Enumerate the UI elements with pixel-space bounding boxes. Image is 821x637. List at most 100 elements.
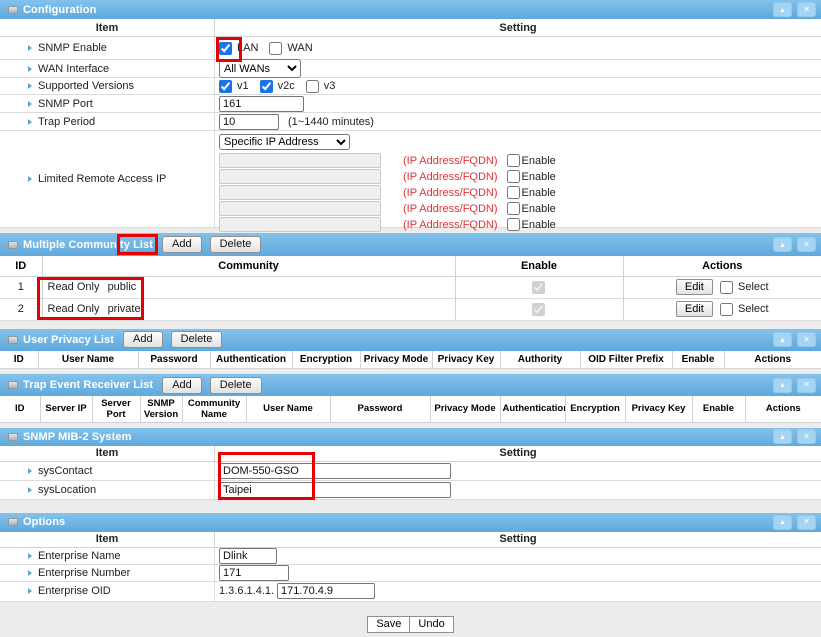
snmp-enable-wan-checkbox[interactable]	[269, 42, 282, 55]
close-button[interactable]: ✕	[797, 378, 816, 393]
close-button[interactable]: ✕	[797, 332, 816, 347]
snmp-mib2-system-header: SNMP MIB-2 System ▴ ✕	[0, 428, 821, 446]
item-arrow-icon	[28, 101, 32, 107]
collapse-button[interactable]: ▴	[773, 429, 792, 444]
column-header: Password	[138, 351, 210, 369]
configuration-column-headers: Item Setting	[0, 19, 821, 37]
community-id-cell: 1	[0, 276, 42, 298]
close-button[interactable]: ✕	[797, 429, 816, 444]
remote-ip-row: (IP Address/FQDN) Enable	[219, 217, 556, 232]
remote-ip-enable-checkbox[interactable]	[507, 170, 520, 183]
community-cell: Read Only private	[42, 298, 455, 320]
column-header: Enable	[692, 396, 745, 422]
close-button[interactable]: ✕	[797, 2, 816, 17]
edit-button[interactable]: Edit	[676, 279, 713, 295]
section-title: SNMP MIB-2 System	[23, 431, 131, 443]
remote-ip-enable-checkbox[interactable]	[507, 154, 520, 167]
collapse-button[interactable]: ▴	[773, 237, 792, 252]
collapse-button[interactable]: ▴	[773, 378, 792, 393]
remote-ip-enable-checkbox[interactable]	[507, 186, 520, 199]
item-label: SNMP Port	[38, 98, 93, 110]
save-button[interactable]: Save	[367, 616, 410, 633]
collapse-button[interactable]: ▴	[773, 332, 792, 347]
wan-interface-row: WAN Interface All WANs	[0, 60, 821, 78]
column-header: OID Filter Prefix	[580, 351, 672, 369]
version-v2c-checkbox[interactable]	[260, 80, 273, 93]
trap-delete-button[interactable]: Delete	[210, 377, 262, 394]
user-privacy-add-button[interactable]: Add	[123, 331, 163, 348]
column-header: Privacy Key	[432, 351, 500, 369]
community-add-button[interactable]: Add	[162, 236, 202, 253]
remote-access-type-select[interactable]: Specific IP Address	[219, 134, 350, 150]
column-header: User Name	[38, 351, 138, 369]
remote-ip-input[interactable]	[219, 169, 381, 184]
item-arrow-icon	[28, 83, 32, 89]
undo-button[interactable]: Undo	[409, 616, 453, 633]
column-header: Encryption	[565, 396, 625, 422]
snmp-enable-lan-checkbox[interactable]	[219, 42, 232, 55]
snmp-port-input[interactable]	[219, 96, 304, 112]
v2c-checkbox-label: v2c	[278, 80, 295, 92]
multiple-community-list-header: Multiple Community List Add Delete ▴ ✕	[0, 233, 821, 256]
panel-icon	[8, 336, 18, 344]
user-privacy-list-section: User Privacy List Add Delete ▴ ✕ ID User…	[0, 329, 821, 370]
syscontact-input[interactable]	[219, 463, 451, 479]
close-button[interactable]: ✕	[797, 515, 816, 530]
column-header: Server Port	[92, 396, 140, 422]
column-header: Authentication	[500, 396, 565, 422]
remote-ip-row: (IP Address/FQDN) Enable	[219, 201, 556, 216]
close-button[interactable]: ✕	[797, 237, 816, 252]
item-arrow-icon	[28, 66, 32, 72]
enterprise-number-input[interactable]	[219, 565, 289, 581]
snmp-enable-row: SNMP Enable LAN WAN	[0, 37, 821, 60]
item-arrow-icon	[28, 570, 32, 576]
item-label: Supported Versions	[38, 80, 134, 92]
trap-period-input[interactable]	[219, 114, 279, 130]
item-arrow-icon	[28, 176, 32, 182]
trap-add-button[interactable]: Add	[162, 377, 202, 394]
enterprise-oid-input[interactable]	[277, 583, 375, 599]
column-header: SNMP Version	[140, 396, 182, 422]
setting-column-header: Setting	[215, 447, 821, 459]
community-actions-cell: Edit Select	[623, 276, 821, 298]
setting-column-header: Setting	[215, 22, 821, 34]
panel-icon	[8, 518, 18, 526]
remote-ip-input[interactable]	[219, 217, 381, 232]
version-v3-checkbox[interactable]	[306, 80, 319, 93]
remote-ip-input[interactable]	[219, 201, 381, 216]
enable-checkbox-label: Enable	[522, 171, 556, 183]
remote-ip-input[interactable]	[219, 153, 381, 168]
community-enable-cell	[455, 276, 623, 298]
column-header: User Name	[246, 396, 330, 422]
community-actions-cell: Edit Select	[623, 298, 821, 320]
version-v1-checkbox[interactable]	[219, 80, 232, 93]
user-privacy-delete-button[interactable]: Delete	[171, 331, 223, 348]
item-column-header: Item	[0, 532, 215, 547]
section-title: Multiple Community List	[23, 239, 153, 251]
community-name: public	[108, 281, 137, 293]
edit-button[interactable]: Edit	[676, 301, 713, 317]
remote-ip-input[interactable]	[219, 185, 381, 200]
trap-event-receiver-list-header: Trap Event Receiver List Add Delete ▴ ✕	[0, 374, 821, 396]
select-checkbox[interactable]	[720, 281, 733, 294]
collapse-button[interactable]: ▴	[773, 515, 792, 530]
limited-remote-access-ip-row: Limited Remote Access IP Specific IP Add…	[0, 131, 821, 228]
community-delete-button[interactable]: Delete	[210, 236, 262, 253]
remote-ip-enable-checkbox[interactable]	[507, 202, 520, 215]
item-label: Enterprise OID	[38, 585, 111, 597]
section-title: User Privacy List	[23, 334, 114, 346]
v3-checkbox-label: v3	[324, 80, 336, 92]
community-cell: Read Only public	[42, 276, 455, 298]
column-header: Password	[330, 396, 430, 422]
community-name: private	[108, 303, 141, 315]
collapse-button[interactable]: ▴	[773, 2, 792, 17]
enterprise-name-input[interactable]	[219, 548, 277, 564]
syslocation-input[interactable]	[219, 482, 451, 498]
column-header: Community Name	[182, 396, 246, 422]
snmp-configuration-page: Configuration ▴ ✕ Item Setting SNMP Enab…	[0, 0, 821, 637]
ip-fqdn-hint: (IP Address/FQDN)	[403, 203, 498, 215]
options-section: Options ▴ ✕ Item Setting Enterprise Name…	[0, 513, 821, 602]
wan-interface-select[interactable]: All WANs	[219, 59, 301, 78]
select-checkbox[interactable]	[720, 303, 733, 316]
remote-ip-enable-checkbox[interactable]	[507, 218, 520, 231]
